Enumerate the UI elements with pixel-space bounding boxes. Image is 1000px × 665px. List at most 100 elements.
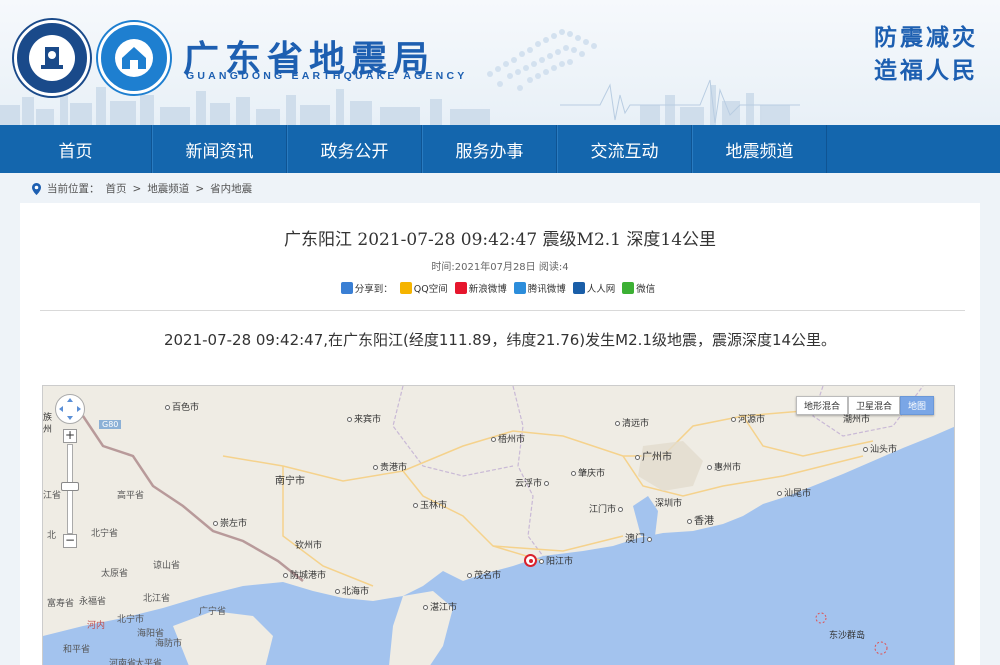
breadcrumb-home[interactable]: 首页 xyxy=(106,181,127,196)
city-dot xyxy=(335,589,340,594)
map-city-label: 江门市 xyxy=(589,502,625,515)
map-city-name: 江门市 xyxy=(589,505,617,515)
map-city-label: 防城港市 xyxy=(283,568,326,581)
share-sina-weibo[interactable]: 新浪微博 xyxy=(454,281,507,295)
map-city-name: 清远市 xyxy=(622,419,650,429)
map-pan-control[interactable] xyxy=(55,394,85,424)
map-region-label: 北宁省 xyxy=(91,529,119,539)
tencent-weibo-icon xyxy=(513,282,526,294)
share-qzone[interactable]: QQ空间 xyxy=(399,281,448,295)
city-dot xyxy=(777,491,782,496)
map-region-label: 太原省 xyxy=(101,569,129,579)
map-city-name: 澳门 xyxy=(625,534,645,545)
map-city-name: 防城港市 xyxy=(290,571,327,581)
nav-home[interactable]: 首页 xyxy=(0,125,152,173)
map-city-label: 茂名市 xyxy=(467,568,501,581)
article-title: 广东阳江 2021-07-28 09:42:47 震级M2.1 深度14公里 xyxy=(283,230,717,250)
map-city-label: 香港 xyxy=(687,512,714,527)
map-city-name: 惠州市 xyxy=(714,463,742,473)
wechat-icon xyxy=(622,282,635,294)
slogan: 防震减灾 造福人民 xyxy=(874,22,978,88)
map-region-label: 和平省 xyxy=(63,645,91,655)
nav-government-affairs[interactable]: 政务公开 xyxy=(287,125,422,173)
map-city-label: 汕头市 xyxy=(863,442,897,455)
map-type-terrain-hybrid[interactable]: 地形混合 xyxy=(795,396,848,415)
renren-icon xyxy=(572,282,585,294)
city-dot xyxy=(731,417,736,422)
location-pin-icon xyxy=(32,182,41,195)
map-city-label: 惠州市 xyxy=(707,460,741,473)
map-city-label: 贵港市 xyxy=(373,460,407,473)
share-label-text: 分享到： xyxy=(354,284,393,295)
map-city-name: 百色市 xyxy=(172,403,200,413)
map-region-label: 北江省 xyxy=(143,594,171,604)
map-city-name: 阳江市 xyxy=(546,557,574,567)
map-city-name: 南宁市 xyxy=(275,476,305,487)
share-label[interactable]: 分享到： xyxy=(340,281,393,295)
map-city-name: 贵港市 xyxy=(380,463,408,473)
map-city-name: 来宾市 xyxy=(354,415,382,425)
city-dot xyxy=(213,521,218,526)
guangdong-agency-emblem xyxy=(98,22,170,94)
qzone-icon xyxy=(399,282,412,294)
zoom-slider-handle[interactable] xyxy=(61,482,79,491)
breadcrumb: 当前位置： 首页 > 地震频道 > 省内地震 xyxy=(32,181,252,196)
guangdong-map-decoration xyxy=(487,29,597,91)
nav-news[interactable]: 新闻资讯 xyxy=(152,125,287,173)
nav-interaction[interactable]: 交流互动 xyxy=(557,125,692,173)
share-plus-icon xyxy=(340,282,353,294)
nav-services[interactable]: 服务办事 xyxy=(422,125,557,173)
site-subtitle: GUANGDONG EARTHQUAKE AGENCY xyxy=(186,70,468,82)
city-dot xyxy=(347,417,352,422)
city-dot xyxy=(539,559,544,564)
map-city-label: 广州市 xyxy=(635,448,672,463)
map-island-label: 东沙群岛 xyxy=(829,631,866,641)
map-city-name: 玉林市 xyxy=(420,501,448,511)
map-type-map[interactable]: 地图 xyxy=(899,396,934,415)
share-wechat[interactable]: 微信 xyxy=(622,281,655,295)
breadcrumb-separator: > xyxy=(195,182,205,195)
map-city-label: 钦州市 xyxy=(295,538,322,551)
nav-earthquake-channel[interactable]: 地震频道 xyxy=(692,125,827,173)
road-badge-g80: G80 xyxy=(99,420,122,429)
map-edge-label: 北 xyxy=(47,531,57,541)
map-city-label: 南宁市 xyxy=(275,472,305,487)
map-city-label: 百色市 xyxy=(165,400,199,413)
breadcrumb-prefix: 当前位置： xyxy=(47,183,100,195)
city-dot xyxy=(635,454,640,460)
map-city-label: 崇左市 xyxy=(213,516,247,529)
map-region-label: 永福省 xyxy=(79,597,107,607)
city-dot xyxy=(707,465,712,470)
share-sina-weibo-label: 新浪微博 xyxy=(468,284,507,295)
map-city-name: 北海市 xyxy=(342,587,370,597)
map-city-label: 河源市 xyxy=(731,412,765,425)
map-city-label: 汕尾市 xyxy=(777,486,811,499)
share-tencent-weibo[interactable]: 腾讯微博 xyxy=(513,281,566,295)
article-lead: 2021-07-28 09:42:47,在广东阳江(经度111.89，纬度21.… xyxy=(163,331,837,349)
map-city-name: 深圳市 xyxy=(655,499,683,509)
zoom-in-button[interactable]: + xyxy=(63,429,77,443)
map-city-name: 香港 xyxy=(694,516,714,527)
earthquake-map[interactable]: + − 地形混合 卫星混合 地图 族 州 G80 百色市 来宾市 清远市 河源市… xyxy=(42,385,955,665)
breadcrumb-earthquake-channel[interactable]: 地震频道 xyxy=(147,181,189,196)
slogan-line-2: 造福人民 xyxy=(874,58,978,84)
map-city-name: 梧州市 xyxy=(498,435,526,445)
share-bar: 分享到： QQ空间 新浪微博 腾讯微博 人人网 微信 xyxy=(20,281,980,295)
country-border xyxy=(81,415,304,582)
city-dot xyxy=(687,518,692,524)
city-dot xyxy=(863,447,868,452)
house-shield-icon xyxy=(115,39,153,77)
epicenter-marker[interactable] xyxy=(524,554,537,567)
sina-weibo-icon xyxy=(454,282,467,294)
share-renren[interactable]: 人人网 xyxy=(572,281,615,295)
map-city-label: 清远市 xyxy=(615,416,649,429)
article-divider xyxy=(40,310,965,311)
map-city-label: 来宾市 xyxy=(347,412,381,425)
map-region-label: 太平省 xyxy=(135,659,163,665)
map-region-label: 高平省 xyxy=(117,491,145,501)
city-dot xyxy=(618,507,624,512)
zoom-out-button[interactable]: − xyxy=(63,534,77,548)
city-dot xyxy=(571,471,576,476)
map-region-label: 海防市 xyxy=(155,639,183,649)
breadcrumb-provincial-quakes[interactable]: 省内地震 xyxy=(210,181,252,196)
